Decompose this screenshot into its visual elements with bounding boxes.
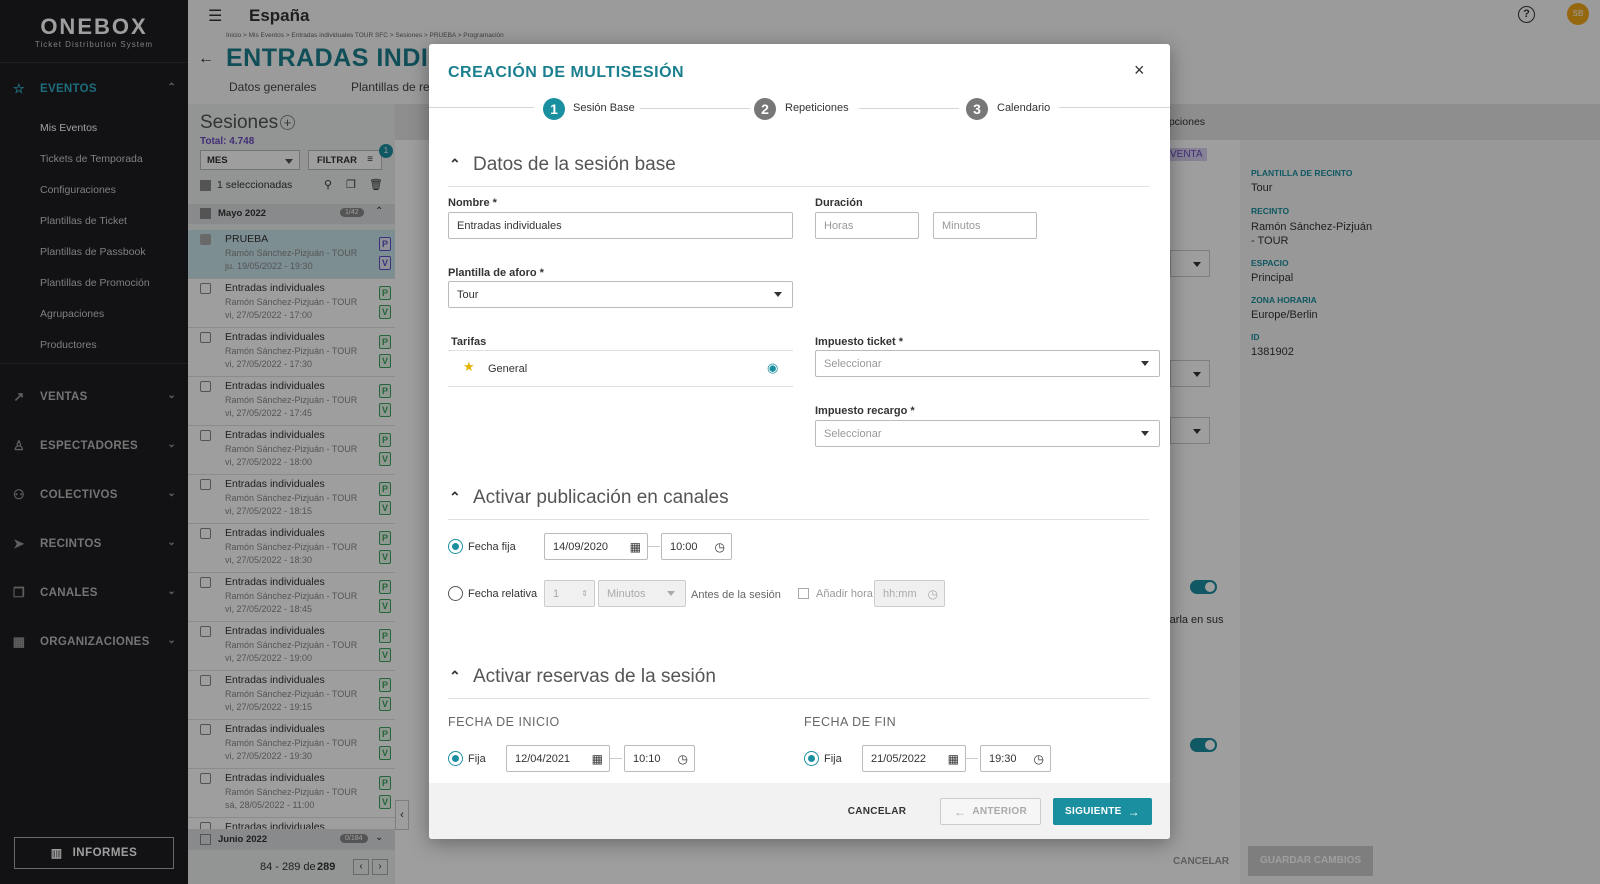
- anadir-hora-label: Añadir hora: [816, 588, 873, 600]
- clock-icon: ◷: [927, 587, 938, 601]
- chevron-up-icon[interactable]: ⌃: [449, 489, 461, 506]
- step-3-label: Calendario: [997, 102, 1051, 114]
- clock-icon[interactable]: ◷: [678, 752, 688, 766]
- section-datos-sesion-base: Datos de la sesión base: [473, 154, 676, 175]
- inicio-fija-label: Fija: [468, 753, 486, 765]
- hhmm-placeholder: hh:mm: [883, 587, 917, 600]
- impuesto-ticket-select[interactable]: Seleccionar: [815, 350, 1160, 377]
- impuesto-recargo-placeholder: Seleccionar: [824, 427, 882, 440]
- fecha-fin-label: FECHA DE FIN: [804, 715, 897, 729]
- fecha-fija-time-input[interactable]: 10:00 ◷: [661, 533, 732, 560]
- anterior-label: ANTERIOR: [972, 806, 1027, 817]
- step-2-label: Repeticiones: [785, 102, 849, 114]
- inicio-date: 12/04/2021: [515, 752, 571, 765]
- step-1-label: Sesión Base: [573, 102, 635, 114]
- clock-icon[interactable]: ◷: [715, 540, 725, 554]
- siguiente-label: SIGUIENTE: [1065, 806, 1122, 817]
- cancelar-label: CANCELAR: [847, 806, 907, 817]
- fin-time: 19:30: [989, 752, 1017, 765]
- fin-date-input[interactable]: 21/05/2022 ▦: [862, 745, 966, 772]
- nombre-value: Entradas individuales: [457, 219, 562, 232]
- plantilla-value: Tour: [457, 288, 479, 301]
- fin-fija-label: Fija: [824, 753, 842, 765]
- section-publicacion-canales: Activar publicación en canales: [473, 487, 729, 508]
- chevron-up-icon[interactable]: ⌃: [449, 156, 461, 173]
- fecha-relativa-radio[interactable]: [448, 586, 463, 601]
- anterior-button[interactable]: ← ANTERIOR: [940, 798, 1041, 825]
- dropdown-arrow-icon: [774, 292, 782, 297]
- inicio-date-input[interactable]: 12/04/2021 ▦: [506, 745, 610, 772]
- tarifas-label: Tarifas: [451, 336, 487, 348]
- cancelar-button[interactable]: CANCELAR: [847, 798, 907, 825]
- arrow-right-icon: →: [1127, 804, 1140, 819]
- modal-footer: CANCELAR ← ANTERIOR SIGUIENTE →: [429, 783, 1170, 839]
- step-2-circle: 2: [754, 98, 776, 120]
- fecha-relativa-label: Fecha relativa: [468, 588, 538, 600]
- horas-input[interactable]: Horas: [815, 212, 919, 239]
- relativa-value: 1: [553, 587, 560, 600]
- tarifa-general: General: [488, 363, 528, 375]
- impuesto-recargo-label: Impuesto recargo *: [815, 405, 915, 417]
- fin-time-input[interactable]: 19:30 ◷: [980, 745, 1051, 772]
- inicio-time: 10:10: [633, 752, 661, 765]
- fecha-fija-radio[interactable]: [448, 539, 463, 554]
- step-1-circle: 1: [543, 98, 565, 120]
- minutos-input[interactable]: Minutos: [933, 212, 1037, 239]
- dropdown-arrow-icon: [667, 591, 675, 596]
- fecha-inicio-label: FECHA DE INICIO: [448, 715, 560, 729]
- close-icon[interactable]: ×: [1134, 60, 1145, 81]
- horas-placeholder: Horas: [824, 219, 854, 232]
- inicio-fija-radio[interactable]: [448, 751, 463, 766]
- modal-title: CREACIÓN DE MULTISESIÓN: [448, 64, 685, 81]
- inicio-time-input[interactable]: 10:10 ◷: [624, 745, 695, 772]
- fin-fija-radio[interactable]: [804, 751, 819, 766]
- chevron-up-icon[interactable]: ⌃: [449, 668, 461, 685]
- calendar-icon[interactable]: ▦: [948, 752, 959, 766]
- relativa-value-input[interactable]: 1 ⇕: [544, 580, 595, 607]
- fecha-fija-label: Fecha fija: [468, 541, 516, 553]
- step-3-circle: 3: [966, 98, 988, 120]
- impuesto-ticket-placeholder: Seleccionar: [824, 357, 882, 370]
- duracion-label: Duración: [815, 197, 863, 209]
- hhmm-input[interactable]: hh:mm ◷: [874, 580, 945, 607]
- multisession-modal: CREACIÓN DE MULTISESIÓN × 1 Sesión Base …: [429, 44, 1170, 839]
- arrow-left-icon: ←: [954, 804, 967, 819]
- section-reservas-sesion: Activar reservas de la sesión: [473, 666, 716, 687]
- eye-icon[interactable]: ◉: [767, 360, 778, 376]
- fecha-fija-date-input[interactable]: 14/09/2020 ▦: [544, 533, 648, 560]
- plantilla-label: Plantilla de aforo *: [448, 267, 544, 279]
- minutos-placeholder: Minutos: [942, 219, 981, 232]
- clock-icon[interactable]: ◷: [1034, 752, 1044, 766]
- dropdown-arrow-icon: [1141, 361, 1149, 366]
- relativa-unit: Minutos: [607, 587, 646, 600]
- calendar-icon[interactable]: ▦: [630, 540, 641, 554]
- fecha-fija-time: 10:00: [670, 540, 698, 553]
- nombre-label: Nombre *: [448, 197, 497, 209]
- star-icon: ★: [463, 359, 475, 374]
- impuesto-recargo-select[interactable]: Seleccionar: [815, 420, 1160, 447]
- dropdown-arrow-icon: [1141, 431, 1149, 436]
- nombre-input[interactable]: Entradas individuales: [448, 212, 793, 239]
- plantilla-select[interactable]: Tour: [448, 281, 793, 308]
- impuesto-ticket-label: Impuesto ticket *: [815, 336, 904, 348]
- anadir-hora-checkbox[interactable]: [798, 588, 809, 599]
- antes-label: Antes de la sesión: [691, 589, 781, 601]
- fin-date: 21/05/2022: [871, 752, 927, 765]
- siguiente-button[interactable]: SIGUIENTE →: [1053, 798, 1152, 825]
- calendar-icon[interactable]: ▦: [592, 752, 603, 766]
- fecha-fija-date: 14/09/2020: [553, 540, 609, 553]
- stepper-icon[interactable]: ⇕: [581, 589, 588, 598]
- relativa-unit-select[interactable]: Minutos: [598, 580, 686, 607]
